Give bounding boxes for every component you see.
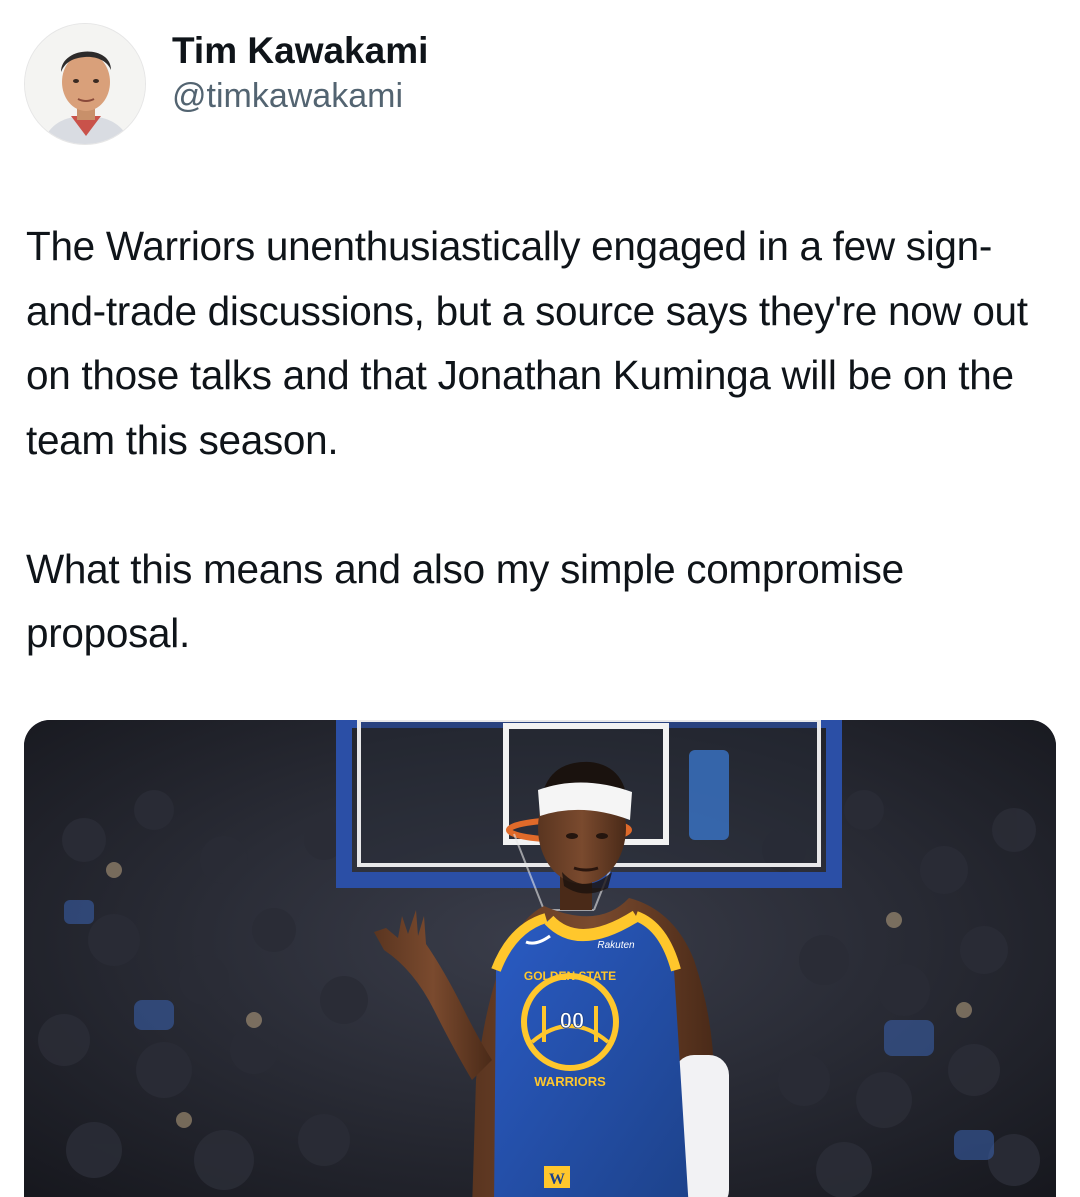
author-block: Tim Kawakami @timkawakami	[172, 28, 428, 118]
tweet-media-photo[interactable]: GOLDEN STATE WARRIORS 00 Rakuten W	[24, 720, 1056, 1197]
tweet-header: Tim Kawakami @timkawakami	[24, 22, 428, 146]
tweet-text: The Warriors unenthusiastically engaged …	[26, 214, 1066, 666]
jersey-wordmark-top: GOLDEN STATE	[524, 969, 616, 983]
avatar[interactable]	[24, 23, 146, 145]
jersey-number: 00	[560, 1008, 584, 1033]
handle[interactable]: @timkawakami	[172, 74, 428, 118]
basketball-player-photo: GOLDEN STATE WARRIORS 00 Rakuten W	[24, 720, 1056, 1197]
jersey-wordmark-bottom: WARRIORS	[534, 1074, 606, 1089]
tweet-paragraph: What this means and also my simple compr…	[26, 545, 904, 657]
jersey-sponsor: Rakuten	[597, 940, 635, 951]
tweet-paragraph: The Warriors unenthusiastically engaged …	[26, 223, 1028, 463]
profile-photo-icon	[25, 24, 145, 144]
shorts-logo: W	[549, 1171, 565, 1188]
display-name[interactable]: Tim Kawakami	[172, 28, 428, 74]
